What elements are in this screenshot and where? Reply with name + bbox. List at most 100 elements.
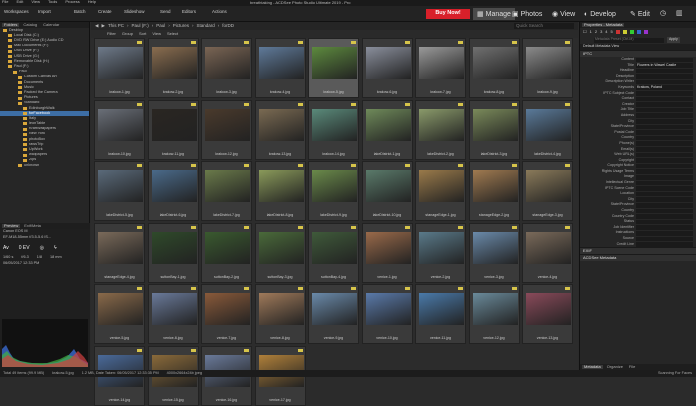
metadata-field-input[interactable] (636, 230, 693, 236)
metadata-preset-select[interactable]: Metadata Preset (Ctrl-M) (594, 37, 664, 43)
metadata-field-input[interactable] (636, 191, 693, 197)
thumbnail-item[interactable]: krakow-5.jpg (308, 38, 359, 98)
thumbnail-item[interactable]: lakeDistrict-10.jpg (361, 161, 413, 221)
label-blue[interactable] (636, 30, 641, 34)
thumbnail-item[interactable]: stanageEdge-2.jpg (468, 161, 520, 221)
tab-preview[interactable]: Preview (2, 224, 21, 228)
metadata-field-input[interactable] (636, 163, 693, 169)
rating-5[interactable]: 5 (611, 30, 613, 34)
thumbnail-item[interactable]: venice-13.jpg (522, 284, 573, 344)
thumbnail-item[interactable]: lakeDistrict-9.jpg (308, 161, 359, 221)
thumbnail-item[interactable]: venice-1.jpg (361, 222, 413, 283)
editors-button[interactable]: Editors (182, 9, 196, 15)
thumbnail-item[interactable]: krakow-4.jpg (254, 38, 306, 98)
thumbnail-item[interactable]: venice-9.jpg (308, 284, 359, 344)
metadata-field-input[interactable] (636, 186, 693, 191)
quick-search-input[interactable]: Quick Search (514, 23, 574, 29)
thumbnail-item[interactable]: krakow-7.jpg (415, 38, 466, 98)
metadata-field-input[interactable] (636, 197, 693, 202)
batch-button[interactable]: Batch (74, 9, 86, 15)
thumbnail-item[interactable]: krakow-11.jpg (147, 99, 199, 160)
metadata-field-input[interactable]: Krakow, Poland (636, 85, 693, 91)
metadata-field-input[interactable] (636, 107, 693, 113)
metadata-field-input[interactable] (636, 236, 693, 242)
folder-item[interactable]: unknown (0, 163, 89, 168)
create-button[interactable]: Create (98, 9, 112, 15)
metadata-field-input[interactable] (636, 79, 693, 85)
thumbnail-item[interactable]: stanageEdge-3.jpg (522, 161, 573, 221)
thumbnail-item[interactable]: lakeDistrict-8.jpg (254, 161, 306, 221)
select-menu[interactable]: Select (167, 32, 178, 36)
metadata-field-input[interactable] (636, 242, 693, 247)
thumbnail-item[interactable]: lakeDistrict-4.jpg (522, 99, 573, 160)
thumbnail-item[interactable]: lakeDistrict-5.jpg (94, 161, 145, 221)
rating-3[interactable]: 3 (600, 30, 602, 34)
thumbnail-item[interactable]: venice-6.jpg (147, 284, 199, 344)
metadata-field-input[interactable] (636, 169, 693, 174)
thumbnail-item[interactable]: venice-11.jpg (415, 284, 466, 344)
thumbnail-item[interactable]: krakow-3.jpg (201, 38, 252, 98)
thumbnail-item[interactable]: suttonBay-4.jpg (308, 222, 359, 283)
group-menu[interactable]: Group (122, 32, 133, 36)
tab-organize[interactable]: Organize (605, 365, 625, 369)
breadcrumb-drive[interactable]: Paul (F:) (131, 23, 148, 29)
thumbnail-item[interactable]: lakeDistrict-1.jpg (361, 99, 413, 160)
rating-2[interactable]: 2 (595, 30, 597, 34)
thumbnail-item[interactable]: venice-8.jpg (254, 284, 306, 344)
thumbnail-item[interactable]: lakeDistrict-6.jpg (147, 161, 199, 221)
edit-mode-button[interactable]: ✎ Edit (630, 8, 650, 20)
menu-help[interactable]: Help (88, 0, 96, 4)
view-mode-button[interactable]: ◉ View (552, 8, 575, 20)
checkbox-icon[interactable]: ☐ (583, 30, 587, 34)
menu-edit[interactable]: Edit (16, 0, 23, 4)
manage-mode-button[interactable]: ▦ Manage (473, 8, 515, 20)
tab-folders[interactable]: Folders (2, 23, 20, 27)
metadata-field-input[interactable]: Flowers in Wawel Castle (636, 63, 693, 68)
breadcrumb-this-pc[interactable]: This PC (108, 23, 124, 29)
metadata-field-input[interactable] (636, 202, 693, 208)
photos-mode-button[interactable]: ▣ Photos (512, 8, 542, 20)
metadata-field-input[interactable] (636, 102, 693, 107)
metadata-field-input[interactable] (636, 225, 693, 230)
thumbnail-item[interactable]: venice-12.jpg (468, 284, 520, 344)
import-button[interactable]: Import (38, 9, 51, 15)
thumbnail-item[interactable]: venice-3.jpg (468, 222, 520, 283)
thumbnail-item[interactable]: venice-5.jpg (94, 284, 145, 344)
metadata-field-input[interactable] (636, 113, 693, 119)
metadata-field-input[interactable] (636, 74, 693, 79)
thumbnail-item[interactable]: suttonBay-3.jpg (254, 222, 306, 283)
thumbnail-item[interactable]: suttonBay-1.jpg (147, 222, 199, 283)
tab-file[interactable]: File (627, 365, 637, 369)
thumbnail-item[interactable]: krakow-9.jpg (522, 38, 573, 98)
exif-section-header[interactable]: EXIF (580, 247, 696, 255)
rating-4[interactable]: 4 (605, 30, 607, 34)
thumbnail-item[interactable]: lakeDistrict-7.jpg (201, 161, 252, 221)
buy-now-button[interactable]: Buy Now! (426, 9, 470, 19)
tab-catalog[interactable]: Catalog (21, 23, 39, 27)
apply-button[interactable]: Apply (667, 37, 680, 43)
sort-menu[interactable]: Sort (139, 32, 146, 36)
thumbnail-item[interactable]: krakow-14.jpg (308, 99, 359, 160)
label-red[interactable] (615, 30, 620, 34)
thumbnail-item[interactable]: krakow-13.jpg (254, 99, 306, 160)
metadata-field-input[interactable] (636, 152, 693, 158)
metadata-field-input[interactable] (636, 180, 693, 186)
workspaces-button[interactable]: Workspaces (4, 9, 29, 15)
thumbnail-item[interactable]: krakow-6.jpg (361, 38, 413, 98)
metadata-field-input[interactable] (636, 219, 693, 225)
metadata-field-input[interactable] (636, 208, 693, 214)
tab-exif[interactable]: Exif/Meta (22, 224, 43, 228)
label-green[interactable] (629, 30, 634, 34)
metadata-field-input[interactable] (636, 135, 693, 141)
thumbnail-item[interactable]: krakow-1.jpg (94, 38, 145, 98)
view-menu[interactable]: View (152, 32, 161, 36)
thumbnail-item[interactable]: venice-10.jpg (361, 284, 413, 344)
filter-menu[interactable]: Filter (107, 32, 116, 36)
metadata-field-input[interactable] (636, 119, 693, 124)
label-purple[interactable] (643, 30, 648, 34)
metadata-field-input[interactable] (636, 91, 693, 96)
thumbnail-item[interactable]: stanageEdge-4.jpg (94, 222, 145, 283)
breadcrumb-standard[interactable]: Standard (197, 23, 215, 29)
develop-mode-button[interactable]: ◐ Develop (584, 8, 616, 20)
actions-button[interactable]: Actions (212, 9, 227, 15)
